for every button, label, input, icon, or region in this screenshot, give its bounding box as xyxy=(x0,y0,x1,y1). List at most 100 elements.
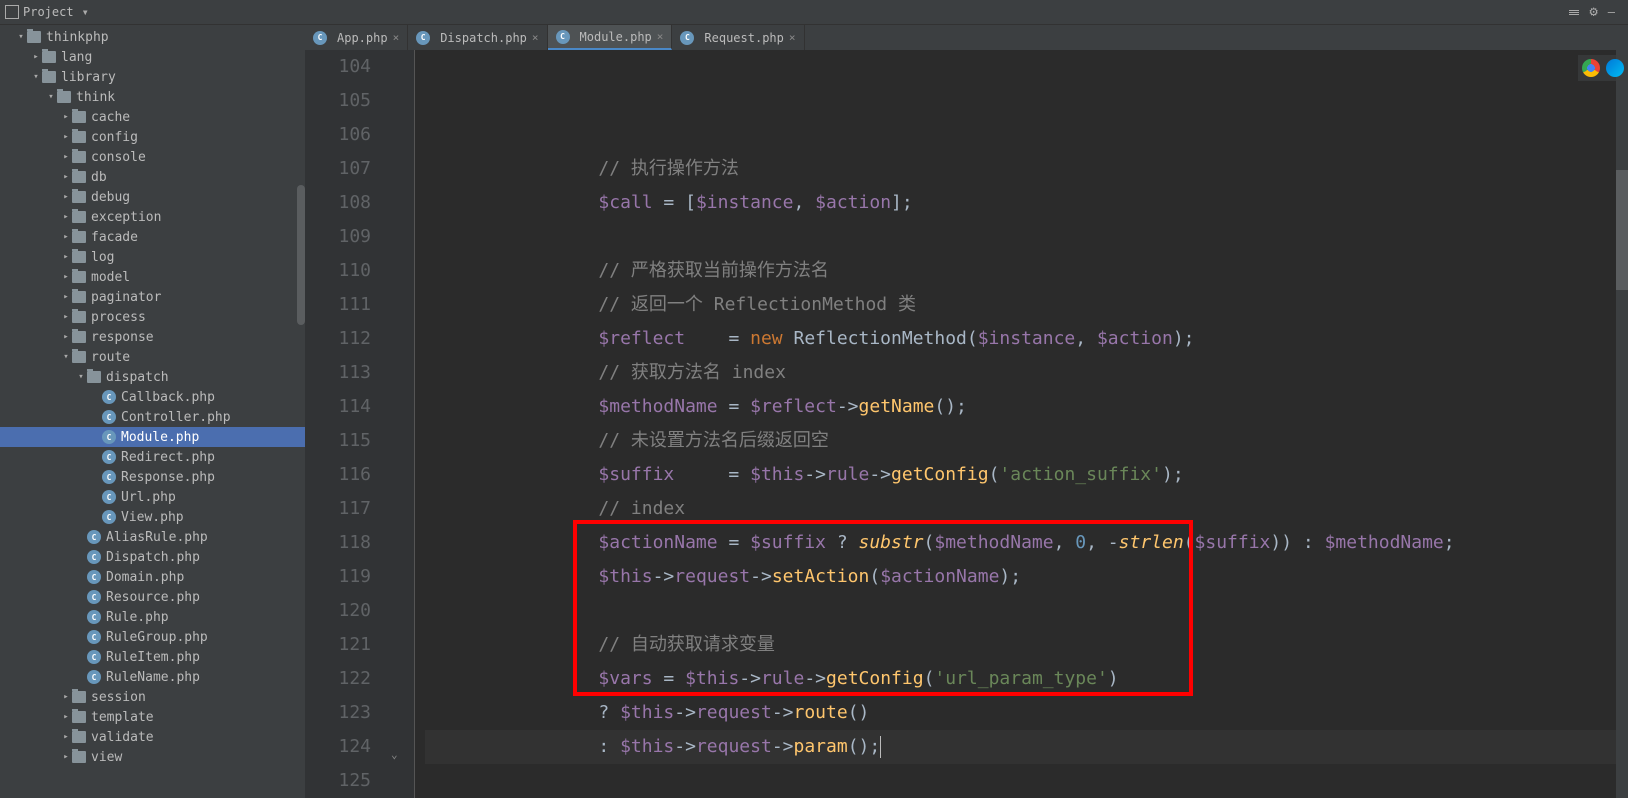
tree-item-dispatch-php[interactable]: CDispatch.php xyxy=(0,547,305,567)
chevron-right-icon[interactable]: ▸ xyxy=(60,692,72,702)
code-line[interactable] xyxy=(425,594,1628,628)
gear-icon[interactable]: ⚙ xyxy=(1589,4,1597,20)
chevron-down-icon[interactable]: ▾ xyxy=(60,352,72,362)
tab-app-php[interactable]: CApp.php× xyxy=(305,25,408,50)
sidebar-scrollbar[interactable] xyxy=(297,185,305,325)
tree-item-rule-php[interactable]: CRule.php xyxy=(0,607,305,627)
fold-indicator-icon[interactable]: ⌄ xyxy=(391,738,398,772)
tree-item-paginator[interactable]: ▸paginator xyxy=(0,287,305,307)
tab-module-php[interactable]: CModule.php× xyxy=(548,25,673,50)
chevron-right-icon[interactable]: ▸ xyxy=(60,252,72,262)
code-line[interactable]: $actionName = $suffix ? substr($methodNa… xyxy=(425,526,1628,560)
editor-scrollbar-thumb[interactable] xyxy=(1616,170,1628,290)
tree-item-callback-php[interactable]: CCallback.php xyxy=(0,387,305,407)
chevron-right-icon[interactable]: ▸ xyxy=(60,752,72,762)
tree-item-template[interactable]: ▸template xyxy=(0,707,305,727)
chevron-right-icon[interactable]: ▸ xyxy=(60,112,72,122)
tree-item-redirect-php[interactable]: CRedirect.php xyxy=(0,447,305,467)
chevron-right-icon[interactable]: ▸ xyxy=(60,732,72,742)
chevron-right-icon[interactable]: ▸ xyxy=(60,172,72,182)
tree-item-view[interactable]: ▸view xyxy=(0,747,305,767)
chevron-right-icon[interactable]: ▸ xyxy=(60,712,72,722)
tree-item-route[interactable]: ▾route xyxy=(0,347,305,367)
code-line[interactable]: // 未设置方法名后缀返回空 xyxy=(425,424,1628,458)
code-line[interactable] xyxy=(425,764,1628,798)
tree-item-log[interactable]: ▸log xyxy=(0,247,305,267)
collapse-icon[interactable] xyxy=(1569,10,1579,15)
chevron-right-icon[interactable]: ▸ xyxy=(60,132,72,142)
code-line[interactable]: // 严格获取当前操作方法名 xyxy=(425,254,1628,288)
tree-item-model[interactable]: ▸model xyxy=(0,267,305,287)
tree-item-response-php[interactable]: CResponse.php xyxy=(0,467,305,487)
tree-item-library[interactable]: ▾library xyxy=(0,67,305,87)
tree-item-aliasrule-php[interactable]: CAliasRule.php xyxy=(0,527,305,547)
project-tree[interactable]: ▾thinkphp▸lang▾library▾think▸cache▸confi… xyxy=(0,25,305,798)
project-dropdown[interactable]: Project ▾ xyxy=(5,5,89,19)
code-line[interactable]: // 获取方法名 index xyxy=(425,356,1628,390)
chevron-right-icon[interactable]: ▸ xyxy=(60,232,72,242)
code-line[interactable]: // index xyxy=(425,492,1628,526)
tree-item-dispatch[interactable]: ▾dispatch xyxy=(0,367,305,387)
code-line[interactable] xyxy=(425,220,1628,254)
code-line[interactable]: $suffix = $this->rule->getConfig('action… xyxy=(425,458,1628,492)
tree-item-view-php[interactable]: CView.php xyxy=(0,507,305,527)
code-line[interactable]: ? $this->request->route() xyxy=(425,696,1628,730)
code-line[interactable]: $call = [$instance, $action]; xyxy=(425,186,1628,220)
tree-item-controller-php[interactable]: CController.php xyxy=(0,407,305,427)
close-icon[interactable]: × xyxy=(532,31,539,44)
editor-scrollbar-track[interactable] xyxy=(1616,50,1628,798)
tree-item-module-php[interactable]: CModule.php xyxy=(0,427,305,447)
chevron-down-icon[interactable]: ▾ xyxy=(15,32,27,42)
chevron-right-icon[interactable]: ▸ xyxy=(60,332,72,342)
tree-item-rulename-php[interactable]: CRuleName.php xyxy=(0,667,305,687)
code-line[interactable]: $methodName = $reflect->getName(); xyxy=(425,390,1628,424)
tree-item-facade[interactable]: ▸facade xyxy=(0,227,305,247)
tab-request-php[interactable]: CRequest.php× xyxy=(672,25,804,50)
tree-item-validate[interactable]: ▸validate xyxy=(0,727,305,747)
tree-item-thinkphp[interactable]: ▾thinkphp xyxy=(0,27,305,47)
code-line[interactable]: $reflect = new ReflectionMethod($instanc… xyxy=(425,322,1628,356)
chevron-right-icon[interactable]: ▸ xyxy=(60,212,72,222)
tree-item-rulegroup-php[interactable]: CRuleGroup.php xyxy=(0,627,305,647)
chevron-right-icon[interactable]: ▸ xyxy=(60,192,72,202)
tree-item-resource-php[interactable]: CResource.php xyxy=(0,587,305,607)
chevron-right-icon[interactable]: ▸ xyxy=(30,52,42,62)
close-icon[interactable]: × xyxy=(789,31,796,44)
chevron-down-icon[interactable]: ▾ xyxy=(45,92,57,102)
chevron-right-icon[interactable]: ▸ xyxy=(60,272,72,282)
tree-item-session[interactable]: ▸session xyxy=(0,687,305,707)
code-line[interactable]: $vars = $this->rule->getConfig('url_para… xyxy=(425,662,1628,696)
chevron-right-icon[interactable]: ▸ xyxy=(60,292,72,302)
tree-item-lang[interactable]: ▸lang xyxy=(0,47,305,67)
edge-icon[interactable] xyxy=(1606,59,1624,77)
tree-item-ruleitem-php[interactable]: CRuleItem.php xyxy=(0,647,305,667)
code-line[interactable]: : $this->request->param(); xyxy=(425,730,1628,764)
chevron-right-icon[interactable]: ▸ xyxy=(60,312,72,322)
hide-icon[interactable]: — xyxy=(1608,5,1615,19)
tree-item-cache[interactable]: ▸cache xyxy=(0,107,305,127)
tree-item-db[interactable]: ▸db xyxy=(0,167,305,187)
tree-item-console[interactable]: ▸console xyxy=(0,147,305,167)
code-editor[interactable]: 1041051061071081091101111121131141151161… xyxy=(305,50,1628,798)
tree-item-response[interactable]: ▸response xyxy=(0,327,305,347)
fold-gutter[interactable]: ⌄ xyxy=(385,50,415,798)
chevron-down-icon[interactable]: ▾ xyxy=(75,372,87,382)
chrome-icon[interactable] xyxy=(1582,59,1600,77)
code-line[interactable]: // 自动获取请求变量 xyxy=(425,628,1628,662)
tree-item-think[interactable]: ▾think xyxy=(0,87,305,107)
close-icon[interactable]: × xyxy=(657,30,664,43)
chevron-right-icon[interactable]: ▸ xyxy=(60,152,72,162)
code-content[interactable]: // 执行操作方法 $call = [$instance, $action]; … xyxy=(415,50,1628,798)
chevron-down-icon[interactable]: ▾ xyxy=(30,72,42,82)
tab-dispatch-php[interactable]: CDispatch.php× xyxy=(408,25,547,50)
code-line[interactable]: $this->request->setAction($actionName); xyxy=(425,560,1628,594)
tree-item-exception[interactable]: ▸exception xyxy=(0,207,305,227)
close-icon[interactable]: × xyxy=(393,31,400,44)
tree-item-process[interactable]: ▸process xyxy=(0,307,305,327)
code-line[interactable]: // 执行操作方法 xyxy=(425,152,1628,186)
tree-item-domain-php[interactable]: CDomain.php xyxy=(0,567,305,587)
tree-item-url-php[interactable]: CUrl.php xyxy=(0,487,305,507)
tree-item-config[interactable]: ▸config xyxy=(0,127,305,147)
tree-item-debug[interactable]: ▸debug xyxy=(0,187,305,207)
code-line[interactable]: // 返回一个 ReflectionMethod 类 xyxy=(425,288,1628,322)
